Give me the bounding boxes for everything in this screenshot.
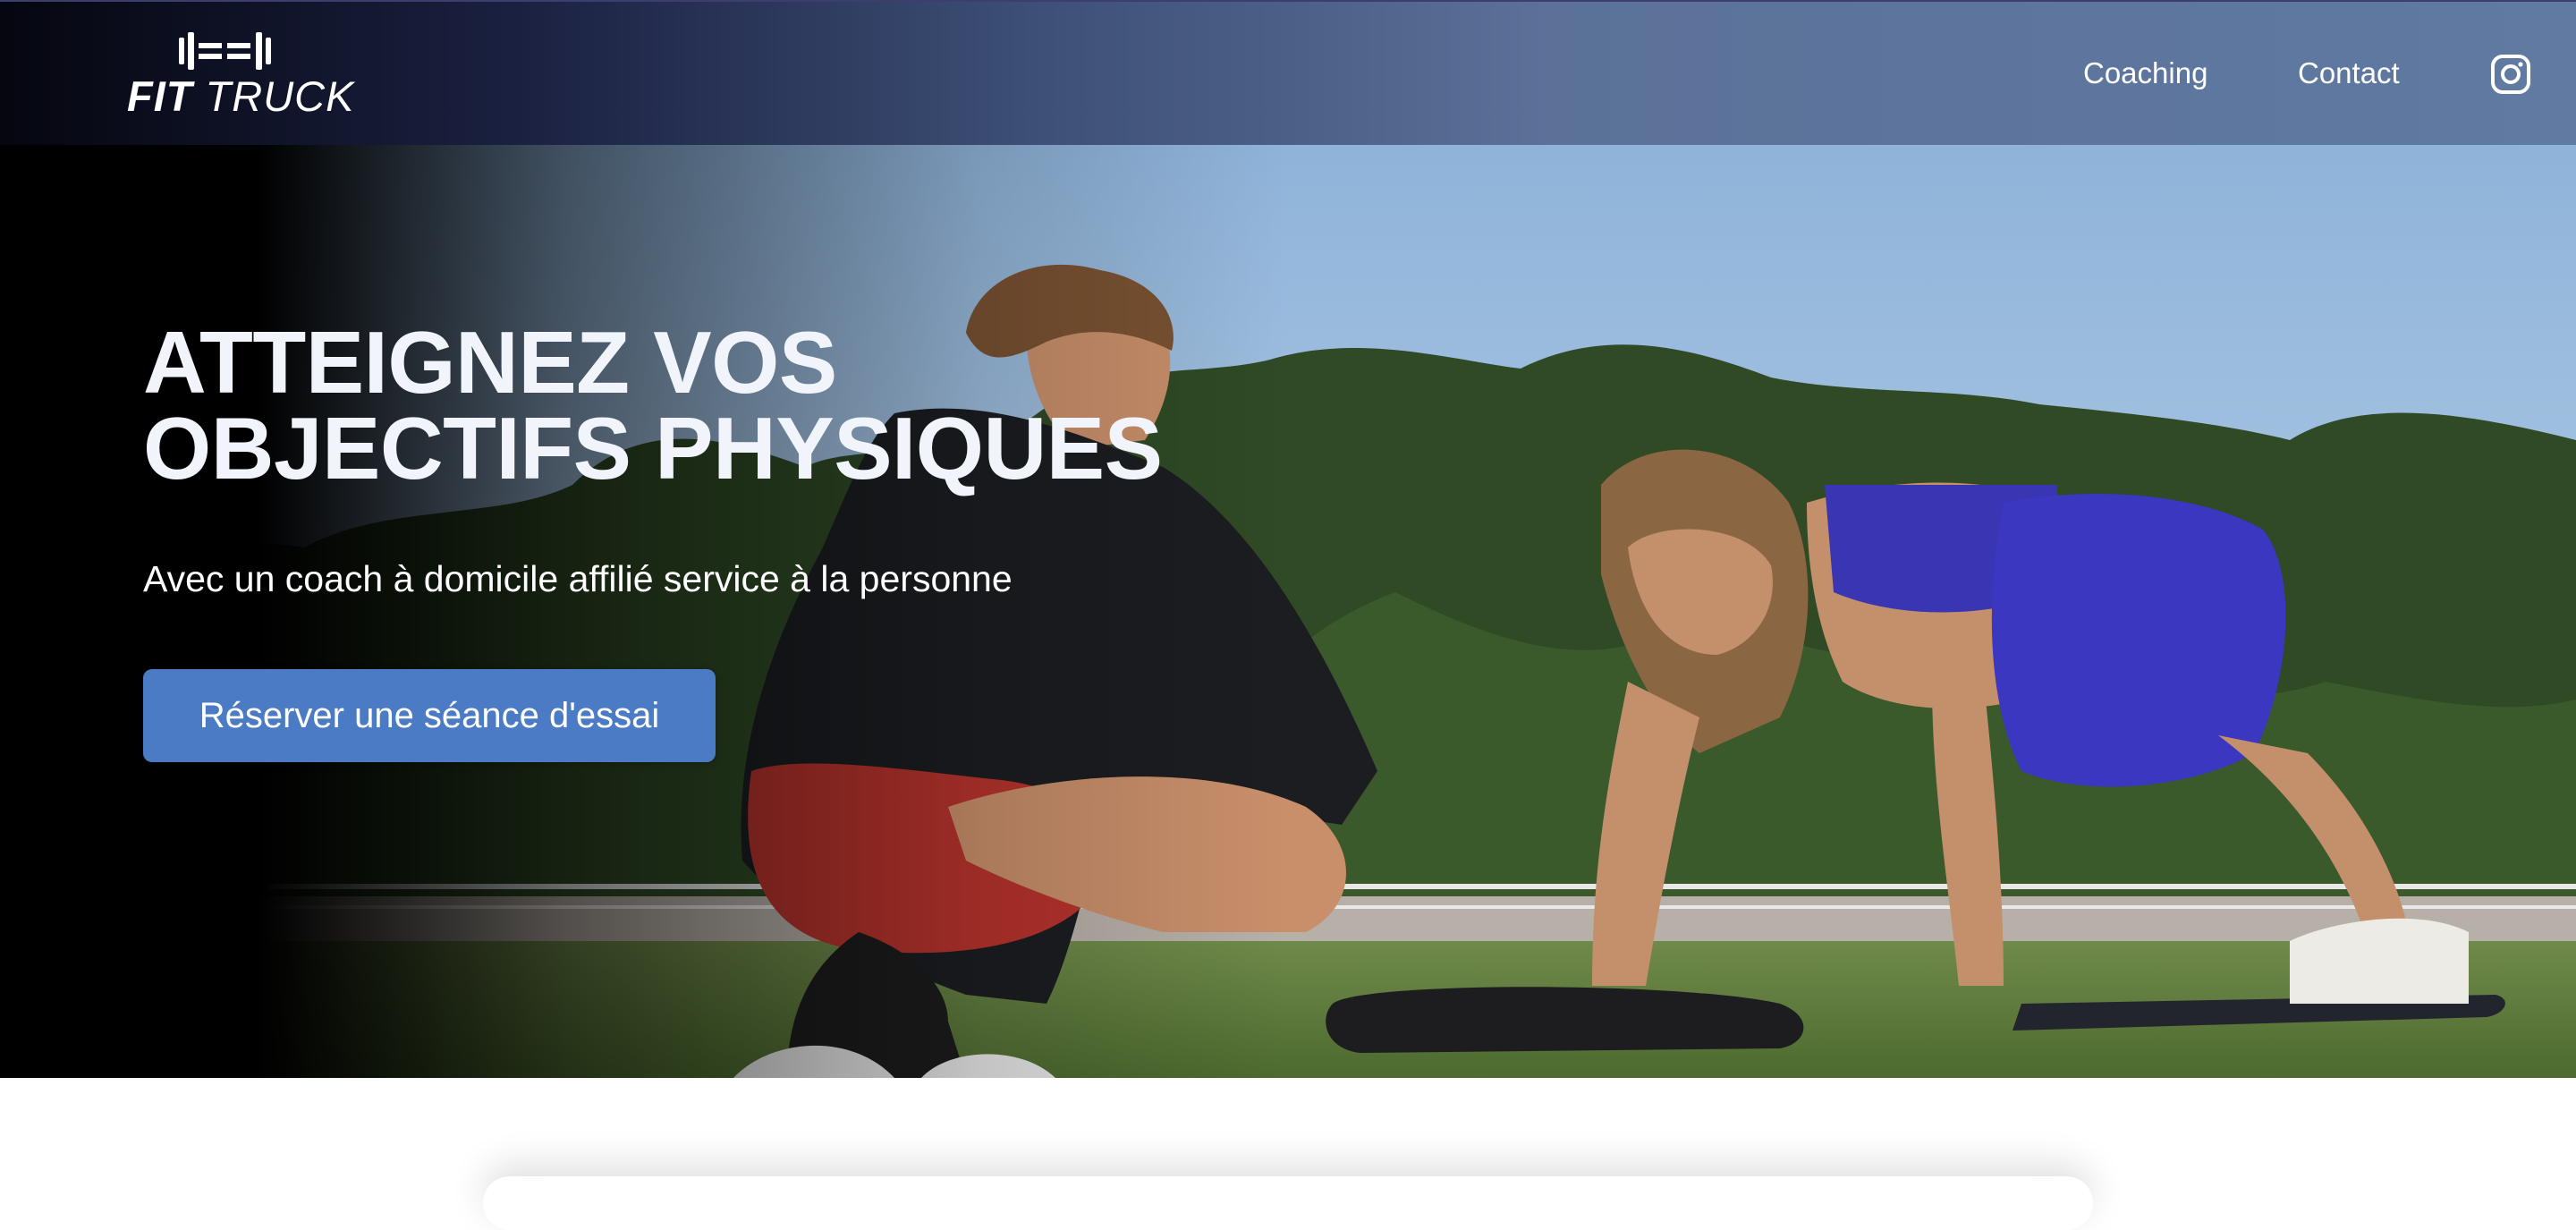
brand-name-light: TRUCK [205,72,355,120]
hero-title-line-2: OBJECTIFS PHYSIQUES [143,399,1163,497]
dumbbell-icon [179,32,271,70]
nav-link-coaching[interactable]: Coaching [2083,55,2207,91]
brand-logo[interactable]: FIT TRUCK [127,32,353,122]
content-section [0,1078,2576,1197]
hero-background-photo [0,145,2576,1078]
instagram-link[interactable] [2490,54,2531,95]
instagram-icon [2491,55,2530,94]
book-trial-session-button[interactable]: Réserver une séance d'essai [143,669,716,762]
hero-subtitle: Avec un coach à domicile affilié service… [143,558,1013,599]
brand-name-bold: FIT [127,72,193,120]
content-card [483,1176,2093,1230]
hero-title: ATTEIGNEZ VOS OBJECTIFS PHYSIQUES [143,313,1163,497]
nav-link-contact[interactable]: Contact [2298,55,2400,91]
brand-wordmark: FIT TRUCK [127,75,354,117]
navbar: FIT TRUCK Coaching Contact [0,0,2576,145]
hero-title-line-1: ATTEIGNEZ VOS [143,313,837,411]
hero-section: ATTEIGNEZ VOS OBJECTIFS PHYSIQUES Avec u… [0,145,2576,1078]
